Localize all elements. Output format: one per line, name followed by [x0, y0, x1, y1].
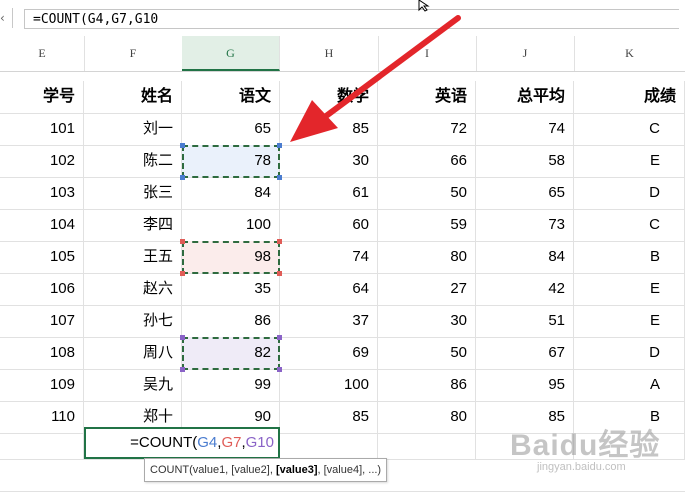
annotation-arrow: [290, 15, 461, 142]
watermark-logo: Baidu经验: [510, 429, 661, 462]
arrow-shaft: [315, 15, 461, 125]
mouse-cursor-icon: [418, 0, 430, 12]
watermark-url: jingyan.baidu.com: [537, 461, 626, 473]
arrow-head: [290, 100, 338, 142]
